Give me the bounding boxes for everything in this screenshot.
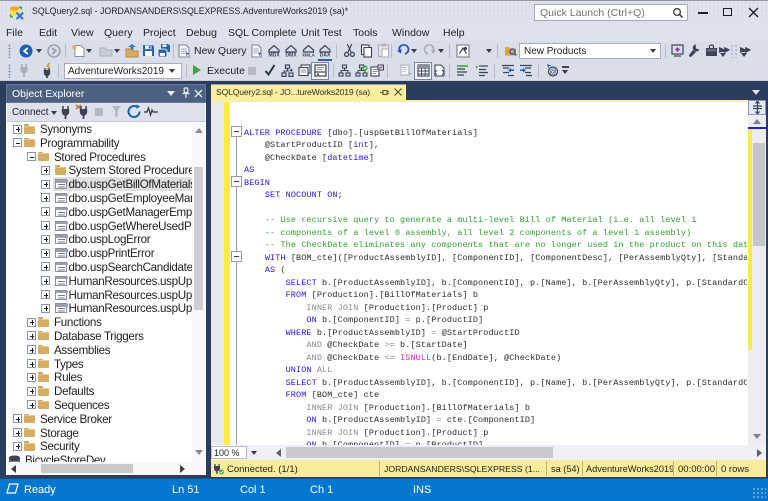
svg-text:@: @ — [549, 69, 556, 76]
svg-text:DMX: DMX — [285, 53, 297, 58]
svg-text:XMLA: XMLA — [302, 53, 316, 58]
svg-text:MDX: MDX — [268, 53, 280, 58]
svg-text:DAX: DAX — [320, 53, 331, 58]
